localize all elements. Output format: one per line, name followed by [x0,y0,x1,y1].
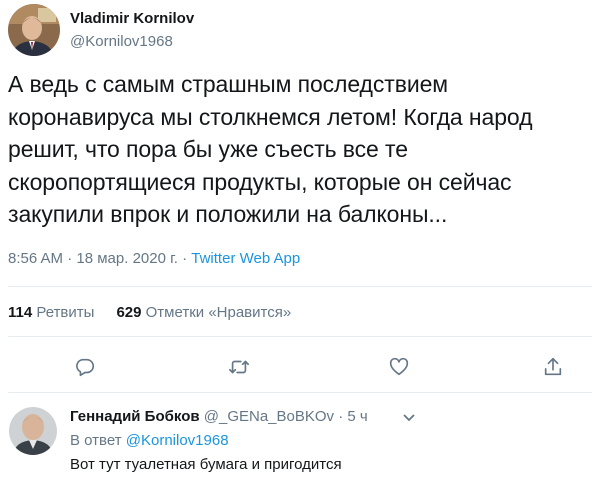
author-name[interactable]: Vladimir Kornilov [70,10,194,27]
reply-button[interactable] [70,352,100,382]
reply-author-name[interactable]: Геннадий Бобков [70,408,200,425]
author-avatar[interactable] [8,4,60,56]
tweet-actions [0,352,600,384]
reply-author-handle[interactable]: @_GENa_BoBKOv [204,408,334,425]
chevron-down-icon [403,414,415,422]
share-button[interactable] [538,352,568,382]
tweet-stats: 114 Ретвиты 629 Отметки «Нравится» [8,304,291,321]
retweets-count: 114 [8,304,33,321]
reply-time[interactable]: 5 ч [347,408,367,425]
divider [8,286,592,287]
reply-header: Геннадий Бобков @_GENa_BoBKOv · 5 ч [70,408,368,425]
likes-count: 629 [116,304,142,321]
retweet-button[interactable] [224,352,254,382]
reply-text: Вот тут туалетная бумага и пригодится [70,456,342,473]
retweets-label: Ретвиты [36,304,95,321]
reply-context: В ответ @Kornilov1968 [70,432,229,449]
author-handle[interactable]: @Kornilov1968 [70,33,173,50]
reply-icon [76,358,95,377]
retweet-icon [229,360,249,374]
reply-to-label: В ответ [70,432,122,449]
like-button[interactable] [384,352,414,382]
tweet-time[interactable]: 8:56 AM [8,250,63,267]
likes-label: Отметки «Нравится» [145,304,292,321]
more-options-button[interactable] [402,410,416,424]
share-icon [544,357,562,376]
meta-separator: · [182,250,188,267]
retweets-stat[interactable]: 114 Ретвиты [8,304,94,321]
reply-separator: · [338,408,344,425]
reply-to-mention[interactable]: @Kornilov1968 [126,432,229,449]
likes-stat[interactable]: 629 Отметки «Нравится» [116,304,291,321]
divider [8,336,592,337]
tweet-source-link[interactable]: Twitter Web App [191,250,300,267]
tweet-meta: 8:56 AM · 18 мар. 2020 г. · Twitter Web … [8,250,300,267]
reply-author-avatar[interactable] [9,407,57,455]
tweet-date[interactable]: 18 мар. 2020 г. [76,250,178,267]
tweet-header: Vladimir Kornilov @Kornilov1968 [8,4,592,56]
reply-tweet[interactable]: Геннадий Бобков @_GENa_BoBKOv · 5 ч В от… [0,398,600,480]
tweet-text: А ведь с самым страшным последствием кор… [8,71,533,227]
divider [8,392,592,393]
meta-separator: · [67,250,73,267]
like-icon [389,357,409,376]
